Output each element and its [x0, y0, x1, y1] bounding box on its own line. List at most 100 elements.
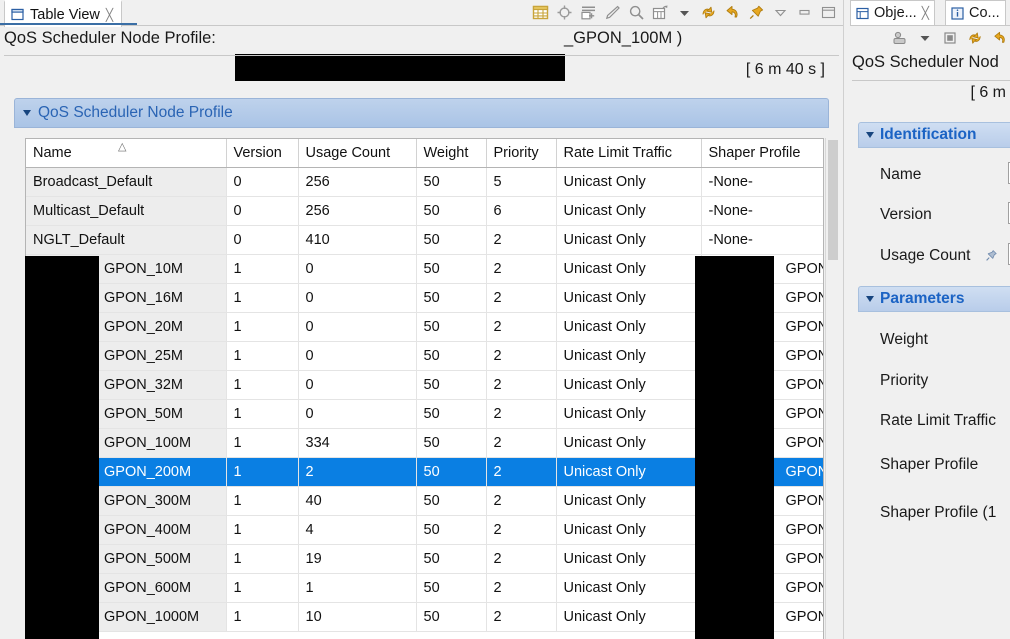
application-window: Table View ╳ QoS Scheduler Node Profile:… [0, 0, 1010, 639]
column-header-version[interactable]: Version [226, 139, 299, 168]
priority-cell: 2 [486, 457, 557, 487]
properties-elapsed-time: [ 6 m [970, 84, 1006, 101]
column-header-shaper-profile[interactable]: Shaper Profile [701, 139, 823, 168]
pin-icon[interactable] [748, 4, 767, 23]
table-icon[interactable] [532, 4, 551, 23]
field-label-shaper-profile: Shaper Profile [880, 456, 979, 473]
rate-limit-traffic-cell: Unicast Only [556, 167, 702, 197]
priority-cell: 2 [486, 573, 557, 603]
object-icon [856, 7, 869, 20]
tab-label: Table View [30, 6, 100, 23]
twisty-collapse-icon[interactable] [866, 296, 874, 302]
rate-limit-traffic-cell: Unicast Only [556, 486, 702, 516]
field-label-rate-limit-traffic: Rate Limit Traffic [880, 412, 997, 429]
table-add-icon[interactable] [580, 4, 599, 23]
stop-icon[interactable] [942, 30, 960, 49]
priority-cell: 2 [486, 428, 557, 458]
group-header-identification[interactable]: Identification [858, 122, 1010, 148]
weight-cell: 50 [416, 602, 487, 632]
version-cell: 1 [226, 544, 299, 574]
title-divider [4, 55, 839, 56]
pencil-icon[interactable] [604, 4, 623, 23]
refresh-icon[interactable] [967, 30, 985, 49]
right-tab-strip: Obje... ╳ Co... [850, 0, 1010, 26]
table-row[interactable]: NGLT_Default 0 410 50 2 Unicast Only -None- [26, 225, 823, 255]
group-title: Parameters [880, 290, 965, 307]
field-label-usage-count: Usage Count [880, 247, 971, 264]
field-label-weight: Weight [880, 331, 928, 348]
table-header: Name △ Version Usage Count Weight Priori… [26, 139, 823, 168]
objects-icon[interactable] [892, 30, 910, 49]
column-header-name[interactable]: Name △ [26, 139, 227, 168]
properties-title: QoS Scheduler Nod [852, 53, 999, 71]
properties-pane: Obje... ╳ Co... QoS Scheduler Nod [6 m … [850, 0, 1010, 639]
minimize-triangle-icon[interactable] [772, 4, 791, 23]
field-label-shaper-profile-1: Shaper Profile (1 [880, 504, 997, 521]
table-vertical-scrollbar[interactable] [825, 138, 840, 639]
weight-cell: 50 [416, 399, 487, 429]
table-row[interactable]: Broadcast_Default 0 256 50 5 Unicast Only -Non… [26, 167, 823, 197]
priority-cell: 2 [486, 544, 557, 574]
active-tab-underline [0, 23, 137, 25]
weight-cell: 50 [416, 196, 487, 226]
version-cell: 0 [226, 167, 299, 197]
column-header-usage-count[interactable]: Usage Count [298, 139, 417, 168]
scrollbar-thumb[interactable] [828, 140, 838, 260]
close-icon[interactable]: ╳ [922, 7, 929, 19]
version-cell: 1 [226, 283, 299, 313]
usage-count-cell: 0 [298, 399, 417, 429]
shaper-profile-cell: -None- [701, 225, 823, 255]
version-cell: 1 [226, 573, 299, 603]
version-cell: 1 [226, 428, 299, 458]
elapsed-time-row: [ 6 m 40 s ] [0, 58, 843, 88]
view-title-row: QoS Scheduler Node Profile: _GPON_100M ) [0, 26, 843, 81]
target-icon[interactable] [556, 4, 575, 23]
minimize-icon[interactable] [796, 4, 815, 23]
priority-cell: 2 [486, 370, 557, 400]
table-row[interactable]: Multicast_Default 0 256 50 6 Unicast Only -Non… [26, 196, 823, 226]
header-row: Name △ Version Usage Count Weight Priori… [26, 139, 823, 168]
undo-icon[interactable] [992, 30, 1010, 49]
weight-cell: 50 [416, 312, 487, 342]
shaper-profile-cell: -None- [701, 196, 823, 226]
usage-count-cell: 4 [298, 515, 417, 545]
weight-cell: 50 [416, 283, 487, 313]
section-header-qos-scheduler-node-profile[interactable]: QoS Scheduler Node Profile [14, 98, 829, 128]
column-header-weight[interactable]: Weight [416, 139, 487, 168]
close-icon[interactable]: ╳ [106, 9, 113, 21]
tab-objects[interactable]: Obje... ╳ [850, 0, 935, 25]
usage-count-cell: 1 [298, 573, 417, 603]
priority-cell: 6 [486, 196, 557, 226]
view-title-suffix: _GPON_100M ) [564, 29, 683, 47]
rate-limit-traffic-cell: Unicast Only [556, 602, 702, 632]
chevron-down-icon[interactable] [676, 4, 695, 23]
usage-count-cell: 10 [298, 602, 417, 632]
undo-icon[interactable] [724, 4, 743, 23]
group-title: Identification [880, 126, 977, 143]
version-cell: 0 [226, 196, 299, 226]
left-tab-strip: Table View ╳ [0, 0, 843, 27]
version-cell: 1 [226, 457, 299, 487]
column-header-priority[interactable]: Priority [486, 139, 557, 168]
version-cell: 1 [226, 341, 299, 371]
group-header-parameters[interactable]: Parameters [858, 286, 1010, 312]
field-label-priority: Priority [880, 372, 929, 389]
twisty-collapse-icon[interactable] [23, 110, 31, 116]
usage-count-cell: 19 [298, 544, 417, 574]
table-view-pane: Table View ╳ QoS Scheduler Node Profile:… [0, 0, 843, 639]
pin-icon[interactable] [985, 249, 998, 262]
tab-console[interactable]: Co... [945, 0, 1006, 25]
window-icon [11, 8, 24, 21]
usage-count-cell: 0 [298, 283, 417, 313]
rate-limit-traffic-cell: Unicast Only [556, 399, 702, 429]
column-header-rate-limit-traffic[interactable]: Rate Limit Traffic [556, 139, 702, 168]
refresh-icon[interactable] [700, 4, 719, 23]
maximize-icon[interactable] [820, 4, 839, 23]
usage-count-cell: 256 [298, 196, 417, 226]
magnifier-icon[interactable] [628, 4, 647, 23]
chevron-down-icon[interactable] [917, 30, 935, 49]
version-cell: 1 [226, 515, 299, 545]
twisty-collapse-icon[interactable] [866, 132, 874, 138]
priority-cell: 2 [486, 399, 557, 429]
table-export-icon[interactable] [652, 4, 671, 23]
